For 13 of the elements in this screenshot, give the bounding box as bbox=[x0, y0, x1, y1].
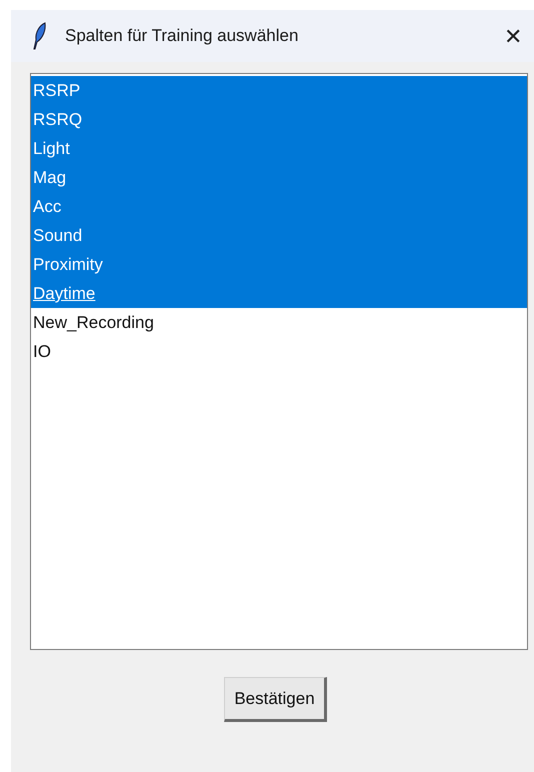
window-title: Spalten für Training auswählen bbox=[65, 25, 298, 48]
list-item[interactable]: RSRP bbox=[31, 76, 527, 105]
column-listbox[interactable]: RSRP RSRQ Light Mag Acc Sound Proximity Daytime New_Recording IO bbox=[30, 73, 528, 650]
list-item[interactable]: Mag bbox=[31, 163, 527, 192]
list-item[interactable]: Light bbox=[31, 134, 527, 163]
feather-icon bbox=[31, 22, 47, 50]
list-item[interactable]: RSRQ bbox=[31, 105, 527, 134]
list-item[interactable]: Proximity bbox=[31, 250, 527, 279]
list-item[interactable]: Acc bbox=[31, 192, 527, 221]
close-button[interactable]: ✕ bbox=[498, 21, 528, 51]
list-item[interactable]: Sound bbox=[31, 221, 527, 250]
list-item[interactable]: Daytime bbox=[31, 279, 527, 308]
confirm-button[interactable]: Bestätigen bbox=[224, 677, 327, 722]
